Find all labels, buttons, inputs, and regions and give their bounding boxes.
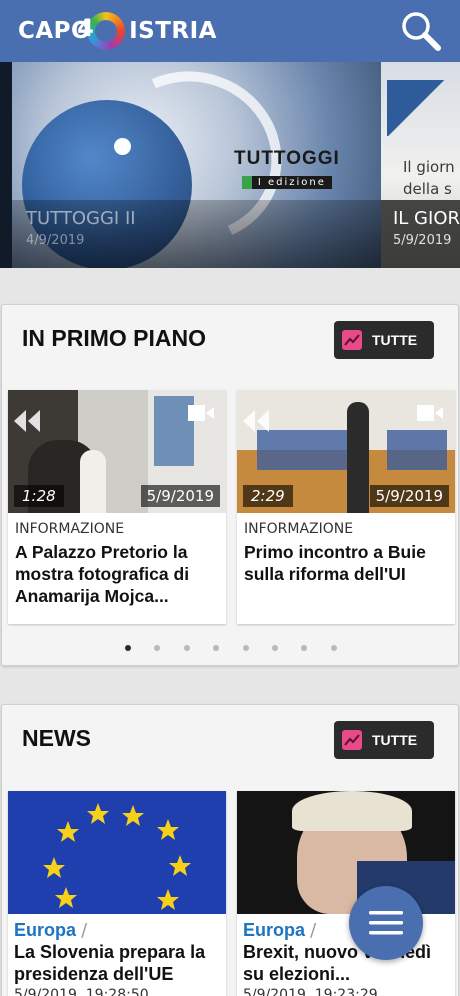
rewind-icon xyxy=(14,410,40,432)
category-separator: / xyxy=(310,920,317,941)
news-card[interactable]: Europa / La Slovenia prepara la presiden… xyxy=(8,791,226,996)
logo-ring-icon: 4 xyxy=(77,12,126,50)
tutte-label: TUTTE xyxy=(372,732,418,748)
card-headline: A Palazzo Pretorio la mostra fotografica… xyxy=(15,542,190,606)
hero-slide-caption: TUTTOGGI II 4/9/2019 xyxy=(12,200,381,268)
video-card[interactable]: 1:28 5/9/2019 INFORMAZIONE A Palazzo Pre… xyxy=(8,390,226,624)
pager-dot[interactable] xyxy=(154,645,161,651)
pager-dot[interactable] xyxy=(301,645,308,651)
app-header: CAPO 4 ISTRIA xyxy=(0,0,460,62)
hero-prev-slide-edge xyxy=(0,62,12,268)
section-title: NEWS xyxy=(22,725,91,751)
menu-button[interactable] xyxy=(349,886,423,960)
category-separator: / xyxy=(81,920,88,941)
hero-carousel[interactable]: TUTTOGGI I edizione TUTTOGGI II 4/9/2019… xyxy=(0,62,460,268)
logo-text-right: ISTRIA xyxy=(129,18,217,44)
video-card[interactable]: 2:29 5/9/2019 INFORMAZIONE Primo incontr… xyxy=(237,390,455,624)
hero-indicator-dot xyxy=(114,138,131,155)
pager-dot[interactable] xyxy=(183,645,190,651)
pager-dot[interactable] xyxy=(213,645,220,651)
hero-slide-date: 4/9/2019 xyxy=(26,233,85,248)
news-headline: La Slovenia prepara la presidenza dell'U… xyxy=(14,942,206,984)
pager-dot[interactable] xyxy=(272,645,278,651)
tutte-label: TUTTE xyxy=(372,332,418,348)
pager-dot[interactable] xyxy=(330,645,337,651)
hero-slide-tuttoggi[interactable]: TUTTOGGI I edizione TUTTOGGI II 4/9/2019 xyxy=(12,62,381,268)
hero-slide2-caption: IL GIOR 5/9/2019 xyxy=(381,200,460,268)
hero-slide-next[interactable]: Il giorn della s IL GIOR 5/9/2019 xyxy=(381,62,460,268)
news-card[interactable]: Europa / Brexit, nuovo v lunedì su elezi… xyxy=(237,791,455,996)
news-category[interactable]: Europa xyxy=(243,920,305,940)
news-category[interactable]: Europa xyxy=(14,920,76,940)
section-primo-piano: IN PRIMO PIANO TUTTE 1:28 5/9/2019 INFOR… xyxy=(1,304,459,666)
pager-dot[interactable] xyxy=(125,645,131,651)
video-duration: 2:29 xyxy=(243,485,293,507)
program-logo: TUTTOGGI I edizione xyxy=(234,148,340,189)
menu-icon xyxy=(369,911,403,935)
hero-slide-title: TUTTOGGI II xyxy=(26,208,136,229)
news-image-portrait xyxy=(237,791,455,914)
news-headline: Brexit, nuovo v lunedì su elezioni... xyxy=(243,942,432,984)
program-logo-title: TUTTOGGI xyxy=(234,148,340,169)
tutte-button[interactable]: TUTTE xyxy=(334,721,434,759)
hero-slide2-title: IL GIOR xyxy=(393,208,460,229)
video-date: 5/9/2019 xyxy=(140,485,220,507)
news-timestamp: 5/9/2019, 19:28:50 xyxy=(14,987,149,996)
video-date: 5/9/2019 xyxy=(369,485,449,507)
logo[interactable]: CAPO 4 ISTRIA xyxy=(18,12,217,50)
news-timestamp: 5/9/2019, 19:23:29 xyxy=(243,987,378,996)
video-thumbnail: 2:29 5/9/2019 xyxy=(237,390,455,513)
program-logo-edition: I edizione xyxy=(241,176,332,189)
pager-dot[interactable] xyxy=(242,645,249,651)
section-title: IN PRIMO PIANO xyxy=(22,325,207,351)
card-category: INFORMAZIONE xyxy=(244,521,354,537)
video-camera-icon xyxy=(417,405,443,421)
card-category: INFORMAZIONE xyxy=(15,521,125,537)
card-headline: Primo incontro a Buie sulla riforma dell… xyxy=(244,542,426,584)
rewind-icon xyxy=(243,410,269,432)
search-icon xyxy=(402,12,441,51)
video-camera-icon xyxy=(188,405,214,421)
hero-slide2-date: 5/9/2019 xyxy=(393,233,452,248)
trending-icon xyxy=(342,330,362,350)
news-image-eu-flag xyxy=(8,791,226,914)
logo-number: 4 xyxy=(77,14,95,42)
hero-slide2-subtitle-1: Il giorn xyxy=(403,158,455,176)
hero-slide2-subtitle-2: della s xyxy=(403,180,452,198)
trending-icon xyxy=(342,730,362,750)
tutte-button[interactable]: TUTTE xyxy=(334,321,434,359)
search-button[interactable] xyxy=(400,10,442,52)
channel-logo-fragment xyxy=(387,80,457,136)
video-duration: 1:28 xyxy=(14,485,64,507)
video-thumbnail: 1:28 5/9/2019 xyxy=(8,390,226,513)
eu-stars-icon xyxy=(43,803,191,910)
